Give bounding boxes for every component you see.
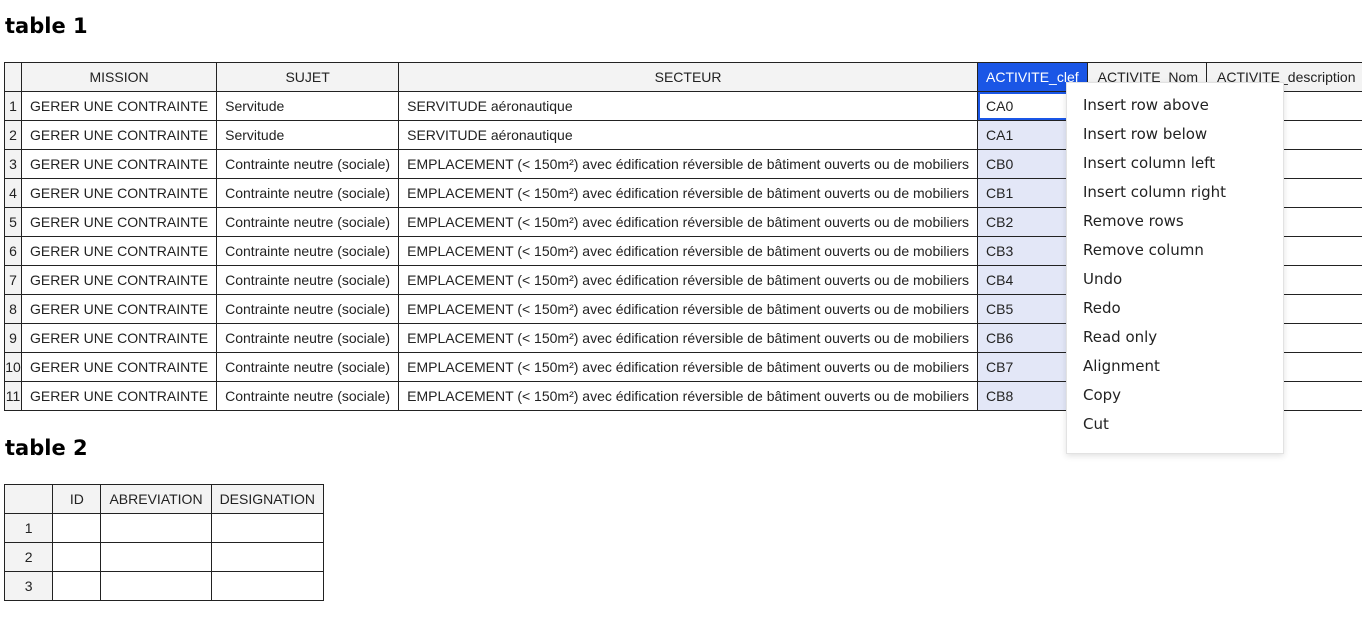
- cell-mission[interactable]: GERER UNE CONTRAINTE: [20, 178, 218, 208]
- cell-mission[interactable]: GERER UNE CONTRAINTE: [20, 120, 218, 150]
- menu-item-insert-column-left[interactable]: Insert column left: [1067, 149, 1283, 178]
- row-header[interactable]: 1: [4, 513, 54, 543]
- menu-item-insert-row-below[interactable]: Insert row below: [1067, 120, 1283, 149]
- cell-secteur[interactable]: EMPLACEMENT (< 150m²) avec édification r…: [398, 149, 979, 179]
- cell-sujet[interactable]: Contrainte neutre (sociale): [216, 178, 400, 208]
- row-header[interactable]: 9: [4, 323, 22, 353]
- cell-secteur[interactable]: EMPLACEMENT (< 150m²) avec édification r…: [398, 323, 979, 353]
- cell-sujet[interactable]: Contrainte neutre (sociale): [216, 323, 400, 353]
- table-2-grid: ID ABREVIATION DESIGNATION 123: [4, 484, 324, 604]
- column-header-secteur[interactable]: SECTEUR: [398, 62, 979, 92]
- table-1-corner[interactable]: [4, 62, 22, 92]
- cell-sujet[interactable]: Contrainte neutre (sociale): [216, 149, 400, 179]
- row-header[interactable]: 1: [4, 91, 22, 121]
- cell-mission[interactable]: GERER UNE CONTRAINTE: [20, 236, 218, 266]
- row-header[interactable]: 4: [4, 178, 22, 208]
- menu-item-read-only[interactable]: Read only: [1067, 323, 1283, 352]
- cell-secteur[interactable]: SERVITUDE aéronautique: [398, 91, 979, 121]
- menu-item-redo[interactable]: Redo: [1067, 294, 1283, 323]
- cell-secteur[interactable]: SERVITUDE aéronautique: [398, 120, 979, 150]
- table-row: 2: [4, 542, 324, 572]
- table-1-title: table 1: [5, 14, 88, 38]
- cell-id[interactable]: [52, 542, 102, 572]
- cell-mission[interactable]: GERER UNE CONTRAINTE: [20, 207, 218, 237]
- cell-sujet[interactable]: Contrainte neutre (sociale): [216, 381, 400, 411]
- menu-item-cut[interactable]: Cut: [1067, 410, 1283, 439]
- context-menu: Insert row above Insert row below Insert c…: [1066, 82, 1284, 454]
- cell-sujet[interactable]: Contrainte neutre (sociale): [216, 265, 400, 295]
- row-header[interactable]: 11: [4, 381, 22, 411]
- table-row: 3: [4, 571, 324, 601]
- menu-item-undo[interactable]: Undo: [1067, 265, 1283, 294]
- cell-mission[interactable]: GERER UNE CONTRAINTE: [20, 265, 218, 295]
- cell-secteur[interactable]: EMPLACEMENT (< 150m²) avec édification r…: [398, 207, 979, 237]
- page: table 1 MISSION SUJET SECTEUR ACTIVITE_c…: [0, 0, 1362, 636]
- cell-designation[interactable]: [210, 542, 324, 572]
- row-header[interactable]: 7: [4, 265, 22, 295]
- cell-mission[interactable]: GERER UNE CONTRAINTE: [20, 91, 218, 121]
- table-row: 1: [4, 513, 324, 543]
- row-header[interactable]: 6: [4, 236, 22, 266]
- table-2-title: table 2: [5, 436, 88, 460]
- cell-secteur[interactable]: EMPLACEMENT (< 150m²) avec édification r…: [398, 178, 979, 208]
- menu-item-alignment[interactable]: Alignment: [1067, 352, 1283, 381]
- column-header-abreviation[interactable]: ABREVIATION: [100, 484, 212, 514]
- cell-secteur[interactable]: EMPLACEMENT (< 150m²) avec édification r…: [398, 265, 979, 295]
- row-header[interactable]: 3: [4, 571, 54, 601]
- table-2-corner[interactable]: [4, 484, 54, 514]
- column-header-mission[interactable]: MISSION: [20, 62, 218, 92]
- cell-abreviation[interactable]: [100, 513, 212, 543]
- cell-mission[interactable]: GERER UNE CONTRAINTE: [20, 352, 218, 382]
- menu-item-remove-rows[interactable]: Remove rows: [1067, 207, 1283, 236]
- menu-item-insert-column-right[interactable]: Insert column right: [1067, 178, 1283, 207]
- cell-secteur[interactable]: EMPLACEMENT (< 150m²) avec édification r…: [398, 294, 979, 324]
- column-header-id[interactable]: ID: [52, 484, 102, 514]
- table-2-header-row: ID ABREVIATION DESIGNATION: [4, 484, 324, 514]
- cell-abreviation[interactable]: [100, 571, 212, 601]
- menu-item-insert-row-above[interactable]: Insert row above: [1067, 91, 1283, 120]
- cell-sujet[interactable]: Contrainte neutre (sociale): [216, 294, 400, 324]
- cell-sujet[interactable]: Contrainte neutre (sociale): [216, 207, 400, 237]
- cell-mission[interactable]: GERER UNE CONTRAINTE: [20, 294, 218, 324]
- cell-sujet[interactable]: Contrainte neutre (sociale): [216, 236, 400, 266]
- column-header-designation[interactable]: DESIGNATION: [210, 484, 324, 514]
- cell-sujet[interactable]: Servitude: [216, 91, 400, 121]
- row-header[interactable]: 10: [4, 352, 22, 382]
- cell-id[interactable]: [52, 571, 102, 601]
- cell-abreviation[interactable]: [100, 542, 212, 572]
- cell-secteur[interactable]: EMPLACEMENT (< 150m²) avec édification r…: [398, 352, 979, 382]
- cell-secteur[interactable]: EMPLACEMENT (< 150m²) avec édification r…: [398, 236, 979, 266]
- table-2: ID ABREVIATION DESIGNATION 123: [4, 484, 324, 601]
- cell-designation[interactable]: [210, 513, 324, 543]
- row-header[interactable]: 5: [4, 207, 22, 237]
- cell-mission[interactable]: GERER UNE CONTRAINTE: [20, 323, 218, 353]
- cell-id[interactable]: [52, 513, 102, 543]
- row-header[interactable]: 8: [4, 294, 22, 324]
- cell-designation[interactable]: [210, 571, 324, 601]
- row-header[interactable]: 2: [4, 120, 22, 150]
- menu-item-remove-column[interactable]: Remove column: [1067, 236, 1283, 265]
- cell-sujet[interactable]: Contrainte neutre (sociale): [216, 352, 400, 382]
- cell-secteur[interactable]: EMPLACEMENT (< 150m²) avec édification r…: [398, 381, 979, 411]
- column-header-sujet[interactable]: SUJET: [216, 62, 400, 92]
- cell-mission[interactable]: GERER UNE CONTRAINTE: [20, 149, 218, 179]
- cell-sujet[interactable]: Servitude: [216, 120, 400, 150]
- row-header[interactable]: 3: [4, 149, 22, 179]
- menu-item-copy[interactable]: Copy: [1067, 381, 1283, 410]
- cell-mission[interactable]: GERER UNE CONTRAINTE: [20, 381, 218, 411]
- row-header[interactable]: 2: [4, 542, 54, 572]
